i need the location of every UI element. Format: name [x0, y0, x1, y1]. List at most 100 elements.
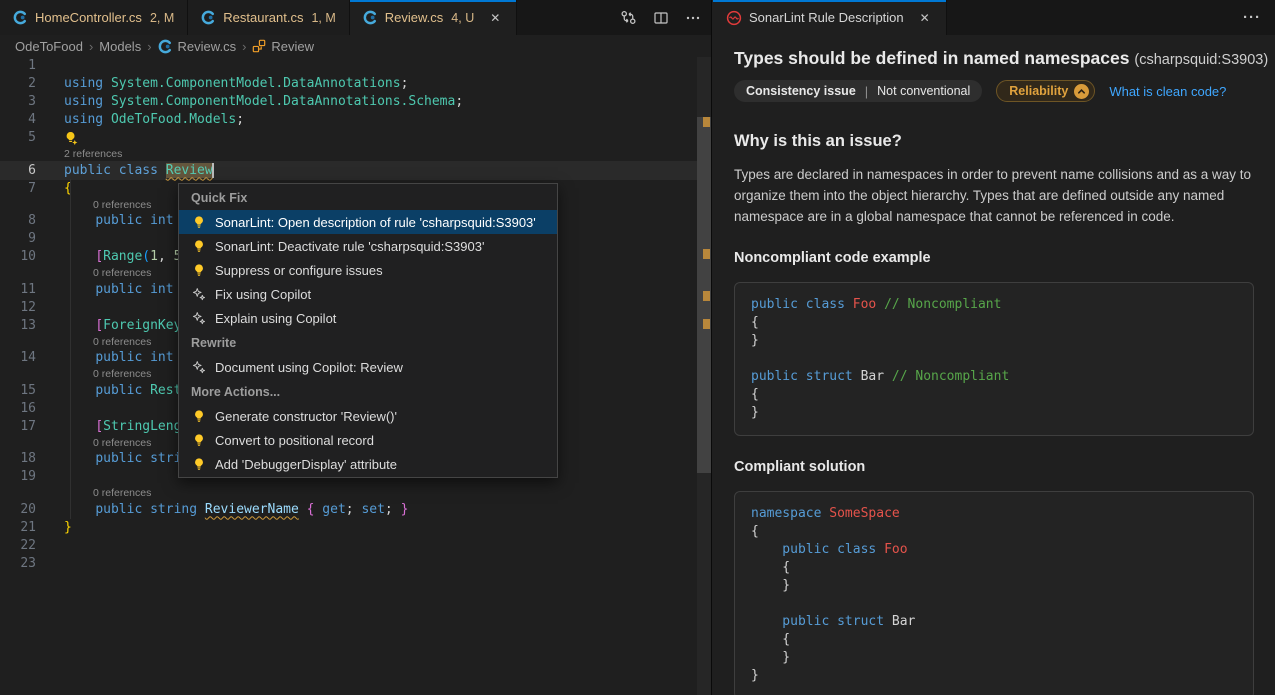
breadcrumb-item-review-cs[interactable]: Review.cs	[158, 39, 237, 54]
token: Bar	[892, 614, 915, 629]
code-line: }	[751, 649, 1237, 667]
line-text: public Rest	[64, 382, 181, 400]
token: SomeSpace	[829, 506, 899, 521]
token: public int	[95, 350, 173, 365]
tab-git-badge: 1, M	[311, 11, 335, 25]
menu-item-convert-to-positional-record[interactable]: Convert to positional record	[179, 428, 557, 452]
code-line-21: 21}	[0, 519, 711, 537]
menu-item-sonarlint-deactivate-rule-csharpsquid-s3[interactable]: SonarLint: Deactivate rule 'csharpsquid:…	[179, 234, 557, 258]
line-number: 17	[0, 418, 36, 436]
csharp-file-icon	[201, 10, 216, 25]
tab-sonarlint-rule-description[interactable]: SonarLint Rule Description ✕	[713, 0, 947, 35]
menu-item-explain-using-copilot[interactable]: Explain using Copilot	[179, 306, 557, 330]
panel-tab-bar: SonarLint Rule Description ✕ ···	[713, 0, 1275, 35]
line-number: 18	[0, 450, 36, 468]
sparkle-icon	[191, 360, 207, 374]
code-line	[751, 350, 1237, 368]
line-text: [ForeignKey	[64, 317, 181, 335]
sparkle-icon	[191, 311, 207, 325]
reliability-badge[interactable]: Reliability	[996, 80, 1095, 102]
breadcrumb-label: Models	[99, 39, 141, 54]
codelens-references[interactable]: 0 references	[0, 486, 711, 501]
token: }	[751, 578, 790, 593]
tab-homecontroller-cs[interactable]: HomeController.cs2, M	[0, 0, 188, 35]
line-number: 3	[0, 93, 36, 111]
token: System.ComponentModel.DataAnnotations.Sc…	[103, 94, 455, 109]
tab-git-badge: 2, M	[150, 11, 174, 25]
menu-item-generate-constructor-review-[interactable]: Generate constructor 'Review()'	[179, 404, 557, 428]
menu-item-add-debuggerdisplay-attribute[interactable]: Add 'DebuggerDisplay' attribute	[179, 452, 557, 476]
tab-label: Review.cs	[385, 10, 444, 25]
line-text: using System.ComponentModel.DataAnnotati…	[64, 93, 463, 111]
token: public	[95, 383, 150, 398]
breadcrumb-separator: ›	[89, 39, 93, 54]
token: ForeignKey	[103, 318, 181, 333]
token: using	[64, 94, 103, 109]
line-number: 20	[0, 501, 36, 519]
text-cursor	[212, 163, 214, 178]
lightbulb-sparkle-icon	[64, 131, 79, 146]
split-editor-icon[interactable]	[653, 10, 669, 26]
token	[64, 383, 95, 398]
token: ;	[401, 76, 409, 91]
menu-item-fix-using-copilot[interactable]: Fix using Copilot	[179, 282, 557, 306]
open-changes-icon[interactable]	[620, 9, 637, 26]
code-line: namespace SomeSpace	[751, 505, 1237, 523]
token: }	[751, 333, 759, 348]
menu-item-label: Add 'DebuggerDisplay' attribute	[215, 457, 397, 472]
more-actions-icon[interactable]	[685, 10, 701, 26]
menu-item-suppress-or-configure-issues[interactable]: Suppress or configure issues	[179, 258, 557, 282]
breadcrumb-item-review[interactable]: Review	[252, 39, 314, 54]
tab-label: Restaurant.cs	[223, 10, 303, 25]
code-line: {	[751, 559, 1237, 577]
token: {	[751, 560, 790, 575]
menu-item-label: SonarLint: Deactivate rule 'csharpsquid:…	[215, 239, 484, 254]
more-actions-icon[interactable]: ···	[1243, 0, 1261, 35]
close-icon[interactable]: ✕	[487, 10, 503, 26]
token	[299, 502, 307, 517]
sparkle-icon	[191, 287, 207, 301]
quick-fix-menu: Quick Fix SonarLint: Open description of …	[178, 183, 558, 478]
line-text: public int	[64, 349, 174, 367]
code-editor[interactable]: 12 using System.ComponentModel.DataAnnota…	[0, 57, 711, 695]
token: System.ComponentModel.DataAnnotations	[103, 76, 400, 91]
token: OdeToFood.Models	[103, 112, 236, 127]
rule-description-content: Types should be defined in named namespa…	[713, 35, 1275, 695]
token: 1	[150, 249, 158, 264]
class-icon	[252, 39, 266, 53]
token: public string	[95, 502, 205, 517]
token: [	[95, 419, 103, 434]
line-number: 13	[0, 317, 36, 335]
menu-item-document-using-copilot-review[interactable]: Document using Copilot: Review	[179, 355, 557, 379]
close-icon[interactable]: ✕	[917, 10, 933, 26]
token	[64, 350, 95, 365]
why-paragraph: Types are declared in namespaces in orde…	[734, 164, 1254, 227]
token: ;	[385, 502, 393, 517]
token: ,	[158, 249, 174, 264]
breadcrumb-item-odetofood[interactable]: OdeToFood	[15, 39, 83, 54]
line-number: 12	[0, 299, 36, 317]
warning-marker	[703, 319, 710, 329]
code-line: {	[751, 523, 1237, 541]
rule-title: Types should be defined in named namespa…	[734, 47, 1254, 71]
tab-restaurant-cs[interactable]: Restaurant.cs 1, M	[188, 0, 350, 35]
current-line-highlight	[0, 161, 698, 180]
code-line: }	[751, 667, 1237, 685]
menu-item-label: SonarLint: Open description of rule 'csh…	[215, 215, 536, 230]
line-number: 22	[0, 537, 36, 555]
menu-section-header: Quick Fix	[179, 185, 557, 210]
codelens-references[interactable]: 2 references	[0, 147, 711, 162]
token: public int	[95, 282, 173, 297]
line-number: 21	[0, 519, 36, 537]
menu-section-header: More Actions...	[179, 379, 557, 404]
token	[64, 502, 95, 517]
tab-review-cs[interactable]: Review.cs4, U✕	[350, 0, 518, 35]
menu-item-sonarlint-open-description-of-rule-cshar[interactable]: SonarLint: Open description of rule 'csh…	[179, 210, 557, 234]
code-line-20: 20 public string ReviewerName { get; set…	[0, 501, 711, 519]
breadcrumb-label: OdeToFood	[15, 39, 83, 54]
editor-scrollbar[interactable]	[697, 57, 711, 695]
token: set	[361, 502, 384, 517]
clean-code-link[interactable]: What is clean code?	[1109, 84, 1226, 99]
editor-tab-bar: HomeController.cs2, MRestaurant.cs1, MRe…	[0, 0, 711, 35]
breadcrumb-item-models[interactable]: Models	[99, 39, 141, 54]
